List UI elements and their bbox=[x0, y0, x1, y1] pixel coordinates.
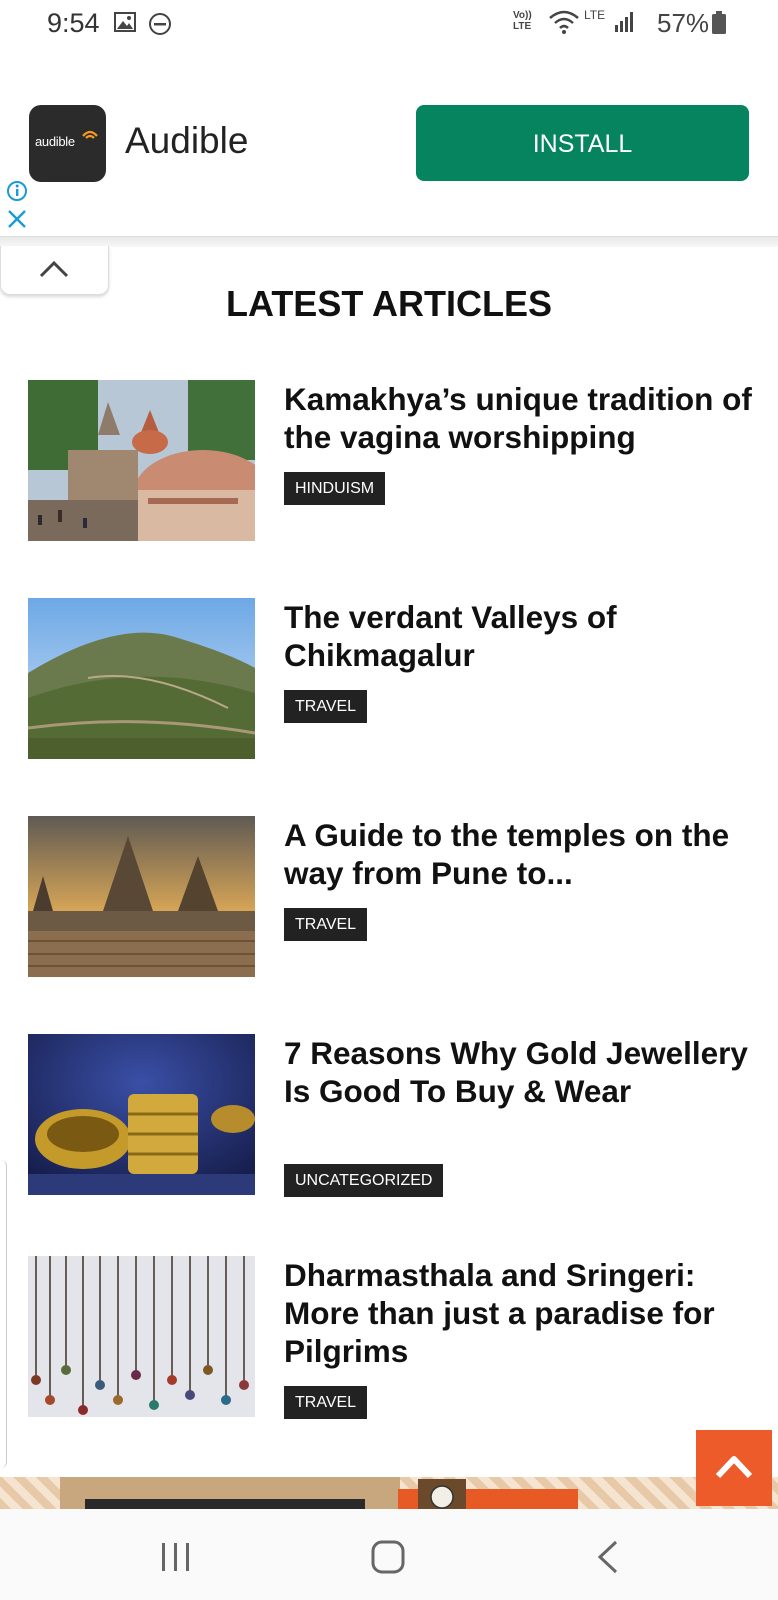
chevron-up-icon bbox=[39, 260, 69, 278]
article-category-tag[interactable]: HINDUISM bbox=[284, 472, 386, 505]
back-icon[interactable] bbox=[578, 1535, 638, 1579]
clock-icon bbox=[418, 1479, 466, 1509]
home-icon[interactable] bbox=[358, 1535, 418, 1579]
article-category-tag[interactable]: TRAVEL bbox=[284, 1386, 368, 1419]
volte-label: Vo)) LTE bbox=[513, 10, 532, 32]
side-panel-edge[interactable] bbox=[0, 1160, 7, 1468]
chevron-up-icon bbox=[715, 1456, 753, 1479]
article-category-tag[interactable]: TRAVEL bbox=[284, 690, 368, 723]
system-nav-bar bbox=[0, 1509, 778, 1600]
article-title[interactable]: Kamakhya’s unique tradition of the vagin… bbox=[284, 380, 754, 456]
article-category-tag[interactable]: UNCATEGORIZED bbox=[284, 1164, 444, 1197]
install-button[interactable]: INSTALL bbox=[416, 105, 749, 181]
status-bar: 9:54 Vo)) LTE LTE 57% bbox=[0, 0, 778, 48]
article-thumbnail[interactable] bbox=[28, 598, 255, 759]
strip-furniture bbox=[85, 1499, 365, 1509]
audible-logo[interactable]: audible bbox=[29, 105, 106, 182]
wifi-icon bbox=[549, 10, 579, 34]
signal-icon bbox=[615, 12, 633, 32]
bottom-ad-strip[interactable] bbox=[0, 1477, 778, 1509]
ad-close-icon[interactable] bbox=[6, 208, 28, 230]
recent-apps-icon[interactable] bbox=[146, 1535, 206, 1579]
battery-icon bbox=[712, 11, 726, 34]
article-thumbnail[interactable] bbox=[28, 380, 255, 541]
article-title[interactable]: A Guide to the temples on the way from P… bbox=[284, 816, 754, 892]
back-to-top-button[interactable] bbox=[696, 1430, 772, 1506]
ad-divider bbox=[0, 236, 778, 247]
article-thumbnail[interactable] bbox=[28, 1256, 255, 1417]
article-title[interactable]: The verdant Valleys of Chikmagalur bbox=[284, 598, 754, 674]
lte-label: LTE bbox=[584, 8, 606, 22]
article-title[interactable]: 7 Reasons Why Gold Jewellery Is Good To … bbox=[284, 1034, 754, 1110]
article-thumbnail[interactable] bbox=[28, 1034, 255, 1195]
article-thumbnail[interactable] bbox=[28, 816, 255, 977]
do-not-disturb-icon bbox=[149, 13, 171, 35]
battery-percent: 57% bbox=[657, 8, 710, 38]
ad-app-name[interactable]: Audible bbox=[125, 120, 248, 162]
status-time: 9:54 bbox=[47, 8, 100, 38]
audible-logo-text: audible bbox=[35, 134, 75, 149]
audible-mark-icon bbox=[82, 130, 98, 139]
section-title: LATEST ARTICLES bbox=[226, 283, 552, 324]
ad-banner[interactable]: audible Audible INSTALL bbox=[0, 56, 778, 236]
article-title[interactable]: Dharmasthala and Sringeri: More than jus… bbox=[284, 1256, 754, 1370]
article-category-tag[interactable]: TRAVEL bbox=[284, 908, 368, 941]
gallery-icon bbox=[114, 12, 136, 32]
ad-info-icon[interactable] bbox=[6, 180, 28, 202]
